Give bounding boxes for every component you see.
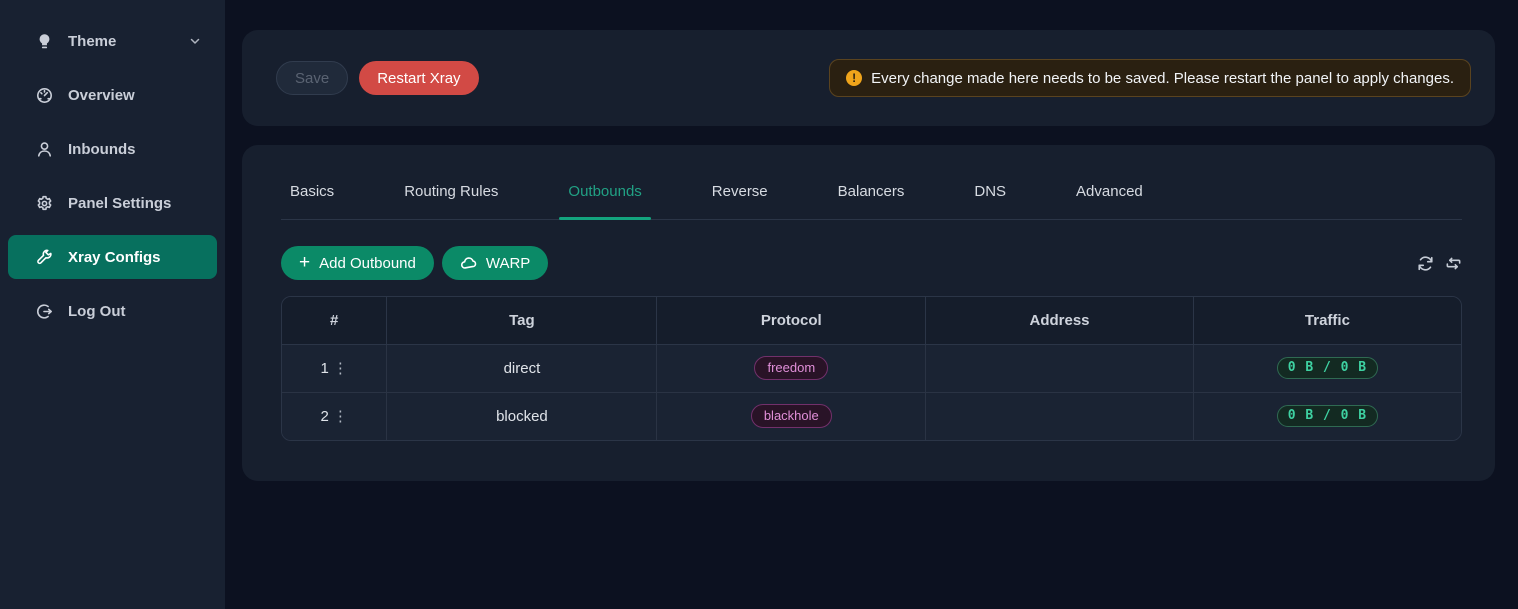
add-outbound-button[interactable]: + Add Outbound <box>281 246 434 280</box>
column-header-index: # <box>282 297 387 344</box>
config-tabs: Basics Routing Rules Outbounds Reverse B… <box>281 181 1462 220</box>
tag-cell: direct <box>387 344 657 392</box>
warning-icon: ! <box>846 70 862 86</box>
sidebar-item-label: Xray Configs <box>68 249 201 266</box>
save-button[interactable]: Save <box>276 61 348 95</box>
plus-icon: + <box>299 253 310 272</box>
outbounds-table: # Tag Protocol Address Traffic 1 ⋮ <box>281 296 1462 441</box>
gear-icon <box>36 195 53 212</box>
sidebar-item-label: Overview <box>68 87 201 104</box>
tag-cell: blocked <box>387 392 657 440</box>
restart-xray-button[interactable]: Restart Xray <box>359 61 478 95</box>
column-header-traffic: Traffic <box>1193 297 1461 344</box>
sidebar-item-log-out[interactable]: Log Out <box>8 289 217 333</box>
protocol-badge: blackhole <box>751 404 832 428</box>
user-icon <box>36 141 53 158</box>
row-index: 2 <box>321 408 329 425</box>
tab-balancers[interactable]: Balancers <box>829 181 914 219</box>
sidebar-item-overview[interactable]: Overview <box>8 73 217 117</box>
alert-text: Every change made here needs to be saved… <box>871 70 1454 87</box>
address-cell <box>926 392 1194 440</box>
sidebar-item-label: Panel Settings <box>68 195 201 212</box>
warp-label: WARP <box>486 255 530 272</box>
xray-configs-card: Basics Routing Rules Outbounds Reverse B… <box>242 145 1495 481</box>
actions-row: + Add Outbound WARP <box>281 246 1462 280</box>
row-menu-icon[interactable]: ⋮ <box>333 409 348 424</box>
traffic-badge: 0 B / 0 B <box>1277 357 1378 379</box>
wrench-icon <box>36 249 53 266</box>
logout-icon <box>36 303 53 320</box>
main-content: Save Restart Xray ! Every change made he… <box>225 0 1518 609</box>
sidebar-item-xray-configs[interactable]: Xray Configs <box>8 235 217 279</box>
repeat-icon <box>1445 255 1462 272</box>
tab-dns[interactable]: DNS <box>965 181 1015 219</box>
tab-basics[interactable]: Basics <box>281 181 343 219</box>
chevron-down-icon <box>189 35 201 47</box>
unsaved-changes-alert: ! Every change made here needs to be sav… <box>829 59 1471 97</box>
cloud-icon <box>460 255 477 272</box>
toolbar-card: Save Restart Xray ! Every change made he… <box>242 30 1495 126</box>
compact-view-button[interactable] <box>1445 255 1462 272</box>
table-row: 2 ⋮ blocked blackhole 0 B / 0 B <box>282 392 1461 440</box>
protocol-badge: freedom <box>754 356 828 380</box>
sync-icon <box>1417 255 1434 272</box>
sidebar-item-inbounds[interactable]: Inbounds <box>8 127 217 171</box>
dashboard-icon <box>36 87 53 104</box>
refresh-button[interactable] <box>1417 255 1434 272</box>
column-header-tag: Tag <box>387 297 657 344</box>
tab-reverse[interactable]: Reverse <box>703 181 777 219</box>
sidebar-item-panel-settings[interactable]: Panel Settings <box>8 181 217 225</box>
table-header-row: # Tag Protocol Address Traffic <box>282 297 1461 344</box>
tab-outbounds[interactable]: Outbounds <box>559 181 650 219</box>
sidebar-item-label: Log Out <box>68 303 201 320</box>
sidebar-item-label: Inbounds <box>68 141 201 158</box>
column-header-protocol: Protocol <box>657 297 926 344</box>
traffic-badge: 0 B / 0 B <box>1277 405 1378 427</box>
table-row: 1 ⋮ direct freedom 0 B / 0 B <box>282 344 1461 392</box>
tab-advanced[interactable]: Advanced <box>1067 181 1152 219</box>
sidebar-item-theme[interactable]: Theme <box>8 19 217 63</box>
sidebar: Theme Overview Inbounds Panel Settings X… <box>0 0 225 609</box>
row-menu-icon[interactable]: ⋮ <box>333 361 348 376</box>
column-header-address: Address <box>926 297 1194 344</box>
add-outbound-label: Add Outbound <box>319 255 416 272</box>
bulb-icon <box>36 33 53 50</box>
row-index: 1 <box>321 360 329 377</box>
address-cell <box>926 344 1194 392</box>
tab-routing-rules[interactable]: Routing Rules <box>395 181 507 219</box>
sidebar-item-label: Theme <box>68 33 189 50</box>
warp-button[interactable]: WARP <box>442 246 548 280</box>
